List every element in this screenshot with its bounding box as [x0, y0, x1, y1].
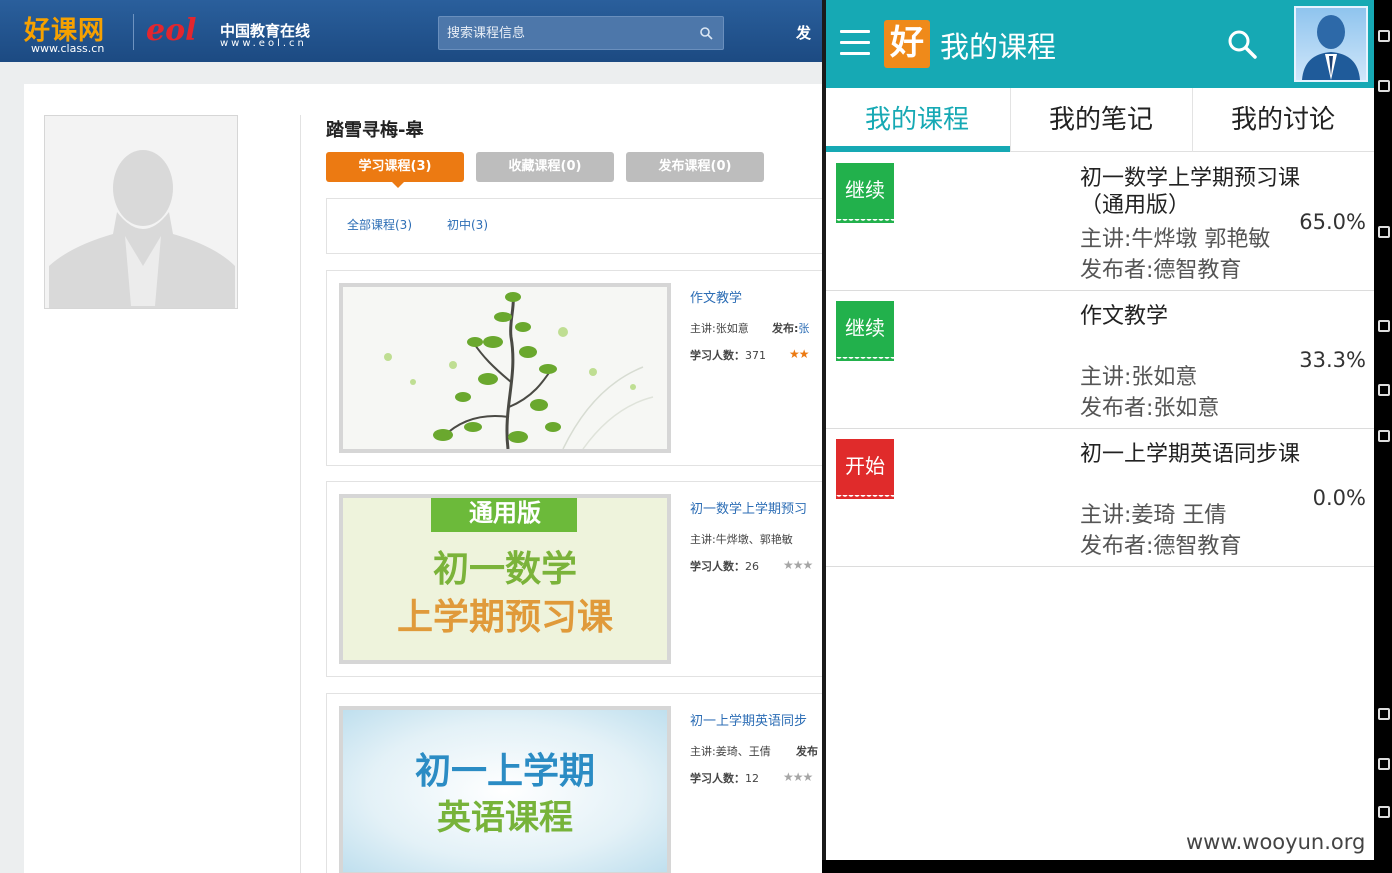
continue-button[interactable]: 继续: [836, 301, 894, 361]
course-publisher-label: 发布:: [772, 322, 799, 335]
web-search-box: [438, 16, 724, 50]
rating-stars-icon: ★★★: [783, 558, 813, 572]
course-publisher: 发布: [796, 743, 818, 759]
profile-divider: [300, 115, 301, 873]
course-publisher-link[interactable]: 张: [798, 322, 809, 335]
eol-logo-url: www.eol.cn: [220, 38, 307, 49]
course-teacher: 主讲:牛烨墩、郭艳敏: [690, 533, 793, 546]
tab-my-discussions[interactable]: 我的讨论: [1192, 88, 1374, 152]
course-count-label: 学习人数：: [690, 560, 745, 573]
thumb-line-2: 英语课程: [437, 798, 573, 838]
thumb-line-1: 初一上学期: [414, 750, 595, 792]
home-icon[interactable]: [1378, 758, 1390, 770]
app-title: 我的课程: [940, 30, 1057, 64]
watermark-text: www.wooyun.org: [1186, 830, 1366, 854]
header-publish-link[interactable]: 发: [796, 22, 811, 43]
course-teacher: 主讲:牛烨墩 郭艳敏: [1080, 227, 1271, 252]
status-icon: [1378, 80, 1390, 92]
course-teacher: 主讲:姜琦、王倩: [690, 745, 771, 758]
course-title: 作文教学: [1080, 304, 1169, 329]
rating-stars-icon: ★★: [789, 347, 809, 361]
web-search-input[interactable]: [447, 23, 687, 43]
default-avatar-icon: [45, 116, 237, 308]
course-count-value: 12: [745, 772, 759, 785]
course-count-value: 371: [745, 349, 766, 362]
course-list-item[interactable]: 开始 初一上学期英语同步课 主讲:姜琦 王倩 发布者:德智教育 0.0%: [826, 429, 1374, 567]
course-publisher: 发布者:德智教育: [1080, 534, 1242, 559]
web-page: 好课网 www.class.cn eol 中国教育在线 www.eol.cn 发: [0, 0, 822, 873]
phone-app: 好 我的课程 我的课程 我的笔记 我的讨论 继续 初一数学上学期预习课（通用版）…: [822, 0, 1374, 860]
course-title[interactable]: 初一数学上学期预习: [690, 498, 807, 517]
course-count-label: 学习人数：: [690, 772, 745, 785]
course-publisher: 发布者:德智教育: [1080, 258, 1242, 283]
tab-my-notes[interactable]: 我的笔记: [1010, 88, 1192, 152]
haoke-logo-url: www.class.cn: [31, 42, 105, 55]
app-tab-bar: 我的课程 我的笔记 我的讨论: [826, 88, 1374, 152]
user-avatar-icon: [1302, 15, 1360, 80]
course-publisher: 发布者:张如意: [1080, 396, 1220, 421]
eol-logo-mark: eol: [146, 13, 197, 48]
tab-learning-courses[interactable]: 学习课程(3): [326, 152, 464, 188]
thumb-line-1: 初一数学: [432, 548, 577, 590]
course-title: 初一数学上学期预习课（通用版）: [1080, 166, 1301, 218]
course-progress: 65.0%: [1299, 210, 1366, 234]
course-list-item[interactable]: 继续 作文教学 主讲:张如意 发布者:张如意 33.3%: [826, 291, 1374, 429]
course-publisher-label: 发布: [796, 745, 818, 758]
course-teacher: 主讲:张如意: [1080, 365, 1198, 390]
filter-all-courses[interactable]: 全部课程(3): [347, 216, 412, 233]
search-icon[interactable]: [699, 26, 713, 40]
course-learner-count: 学习人数：371: [690, 347, 766, 363]
tab-favorite-courses[interactable]: 收藏课程(0): [476, 152, 614, 182]
thumb-banner-text: 通用版: [469, 498, 541, 527]
header-divider: [133, 14, 134, 50]
course-thumbnail[interactable]: 初一上学期 英语课程: [339, 706, 671, 873]
course-title[interactable]: 作文教学: [690, 287, 742, 306]
menu-icon[interactable]: [840, 30, 870, 56]
profile-avatar: [44, 115, 238, 309]
course-filter-bar: 全部课程(3) 初中(3): [326, 198, 822, 254]
user-avatar[interactable]: [1294, 6, 1368, 82]
active-tab-indicator: [826, 146, 1010, 152]
volume-icon[interactable]: [1378, 384, 1390, 396]
profile-name: 踏雪寻梅-皋: [326, 120, 424, 141]
device-nav-strip: [1374, 0, 1392, 873]
course-learner-count: 学习人数：26: [690, 558, 759, 574]
course-title: 初一上学期英语同步课: [1080, 442, 1301, 467]
tab-published-courses[interactable]: 发布课程(0): [626, 152, 764, 182]
status-icon: [1378, 226, 1390, 238]
status-icon: [1378, 320, 1390, 332]
status-icon: [1378, 30, 1390, 42]
course-count-label: 学习人数：: [690, 349, 745, 362]
app-logo: 好: [884, 20, 930, 68]
course-card: 通用版 初一数学 上学期预习课 初一数学上学期预习 主讲:牛烨墩、郭艳敏 学习人…: [326, 481, 822, 677]
tab-my-courses[interactable]: 我的课程: [826, 88, 1008, 152]
course-publisher: 发布:张: [772, 320, 809, 336]
app-bar: 好 我的课程: [826, 0, 1374, 88]
course-teacher: 主讲:张如意: [690, 322, 749, 335]
course-list-item[interactable]: 继续 初一数学上学期预习课（通用版） 主讲:牛烨墩 郭艳敏 发布者:德智教育 6…: [826, 153, 1374, 291]
volume-icon[interactable]: [1378, 430, 1390, 442]
course-progress: 33.3%: [1299, 348, 1366, 372]
course-title[interactable]: 初一上学期英语同步: [690, 710, 807, 729]
course-card: 作文教学 主讲:张如意 发布:张 学习人数：371 ★★: [326, 270, 822, 466]
start-button[interactable]: 开始: [836, 439, 894, 499]
back-icon[interactable]: [1378, 708, 1390, 720]
course-progress: 0.0%: [1312, 486, 1366, 510]
continue-button[interactable]: 继续: [836, 163, 894, 223]
filter-junior-high[interactable]: 初中(3): [447, 216, 488, 233]
search-icon[interactable]: [1226, 28, 1258, 60]
course-thumbnail[interactable]: 通用版 初一数学 上学期预习课: [339, 494, 671, 664]
rating-stars-icon: ★★★: [783, 770, 813, 784]
course-learner-count: 学习人数：12: [690, 770, 759, 786]
plant-illustration: [343, 287, 667, 449]
recent-apps-icon[interactable]: [1378, 806, 1390, 818]
web-header: 好课网 www.class.cn eol 中国教育在线 www.eol.cn 发: [0, 0, 822, 62]
thumb-line-2: 上学期预习课: [396, 596, 613, 638]
course-teacher: 主讲:姜琦 王倩: [1080, 503, 1227, 528]
course-count-value: 26: [745, 560, 759, 573]
course-card: 初一上学期 英语课程 初一上学期英语同步 主讲:姜琦、王倩 发布 学习人数：12…: [326, 693, 822, 873]
screenshot-root: 好课网 www.class.cn eol 中国教育在线 www.eol.cn 发: [0, 0, 1392, 873]
course-thumbnail[interactable]: [339, 283, 671, 453]
